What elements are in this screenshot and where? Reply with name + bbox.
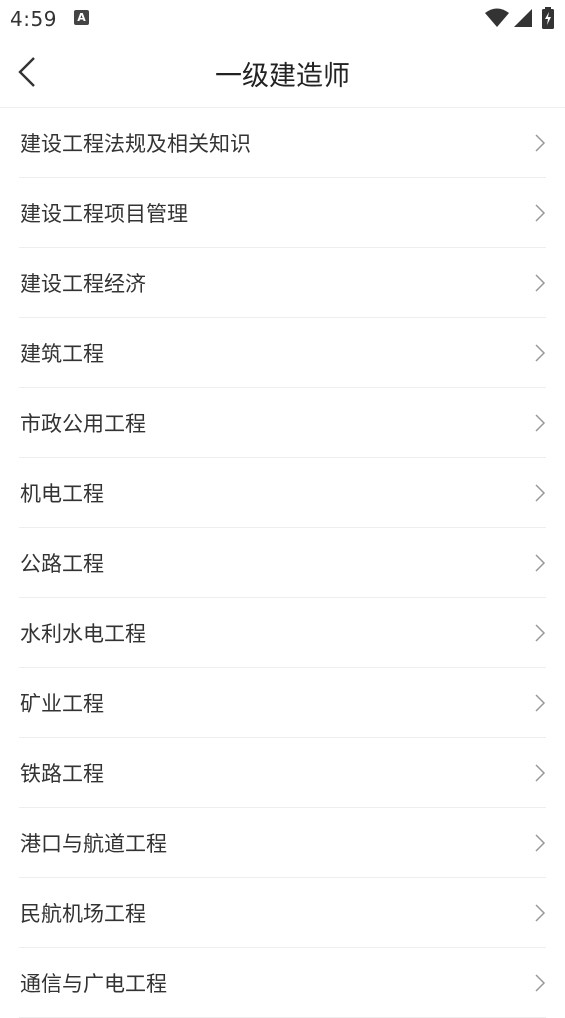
- chevron-right-icon: [535, 344, 546, 362]
- list-item-label: 公路工程: [20, 552, 104, 576]
- list-item-label: 民航机场工程: [20, 902, 146, 926]
- notification-a-icon: A: [74, 10, 89, 25]
- chevron-right-icon: [535, 204, 546, 222]
- chevron-right-icon: [535, 834, 546, 852]
- list-item[interactable]: 建设工程法规及相关知识: [19, 108, 546, 178]
- chevron-right-icon: [535, 484, 546, 502]
- list-item[interactable]: 矿业工程: [19, 668, 546, 738]
- list-item[interactable]: 公路工程: [19, 528, 546, 598]
- chevron-right-icon: [535, 694, 546, 712]
- chevron-right-icon: [535, 134, 546, 152]
- list-item-label: 建设工程项目管理: [20, 202, 188, 226]
- chevron-right-icon: [535, 974, 546, 992]
- list-item-label: 港口与航道工程: [20, 832, 167, 856]
- list-item[interactable]: 港口与航道工程: [19, 808, 546, 878]
- list-item[interactable]: 水利水电工程: [19, 598, 546, 668]
- list-item-label: 铁路工程: [20, 762, 104, 786]
- chevron-right-icon: [535, 764, 546, 782]
- list-item-label: 矿业工程: [20, 692, 104, 716]
- battery-charging-icon: [542, 7, 554, 29]
- chevron-right-icon: [535, 274, 546, 292]
- list-item[interactable]: 铁路工程: [19, 738, 546, 808]
- chevron-right-icon: [535, 414, 546, 432]
- page-title: 一级建造师: [215, 61, 350, 92]
- list-item-label: 建筑工程: [20, 342, 104, 366]
- list-item[interactable]: 建筑工程: [19, 318, 546, 388]
- list-item-label: 建设工程经济: [20, 272, 146, 296]
- list-item-label: 水利水电工程: [20, 622, 146, 646]
- cellular-signal-icon: [514, 9, 532, 27]
- subject-list: 建设工程法规及相关知识 建设工程项目管理 建设工程经济 建筑工程 市政公用工程 …: [0, 108, 565, 1018]
- status-time: 4:59: [10, 7, 57, 31]
- list-item[interactable]: 机电工程: [19, 458, 546, 528]
- list-item[interactable]: 民航机场工程: [19, 878, 546, 948]
- chevron-right-icon: [535, 624, 546, 642]
- list-item-label: 通信与广电工程: [20, 972, 167, 996]
- chevron-right-icon: [535, 904, 546, 922]
- chevron-right-icon: [535, 554, 546, 572]
- status-bar: 4:59 A: [0, 0, 565, 38]
- list-item[interactable]: 建设工程经济: [19, 248, 546, 318]
- list-item[interactable]: 通信与广电工程: [19, 948, 546, 1018]
- app-bar: 一级建造师: [0, 38, 565, 108]
- list-item-label: 市政公用工程: [20, 412, 146, 436]
- list-item[interactable]: 市政公用工程: [19, 388, 546, 458]
- list-item-label: 机电工程: [20, 482, 104, 506]
- list-item[interactable]: 建设工程项目管理: [19, 178, 546, 248]
- wifi-icon: [485, 8, 509, 27]
- list-item-label: 建设工程法规及相关知识: [20, 132, 251, 156]
